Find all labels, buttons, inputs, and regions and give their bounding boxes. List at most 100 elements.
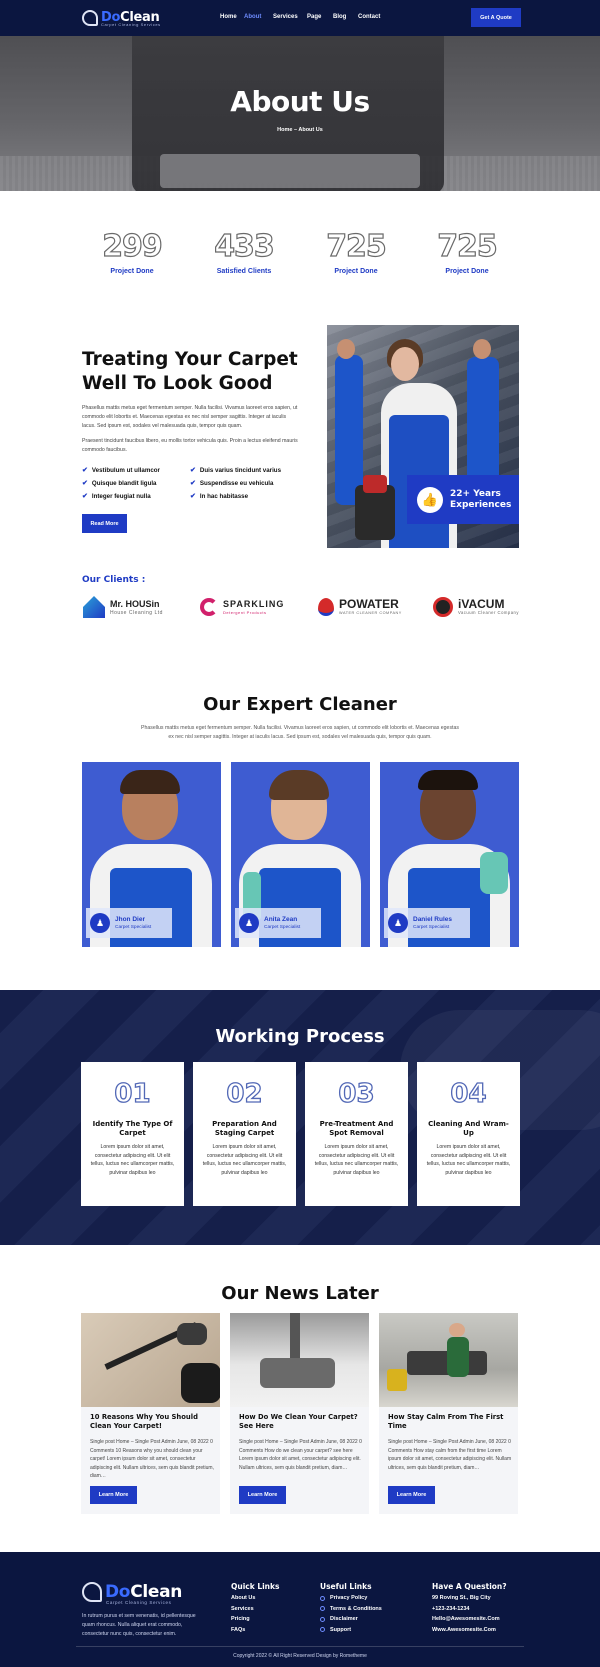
process-step-card: 03 Pre-Treatment And Spot Removal Lorem … [305, 1062, 408, 1206]
site-header: DoClean Carpet Cleaning Services Home Ab… [0, 0, 600, 36]
process-step-card: 02 Preparation And Staging Carpet Lorem … [193, 1062, 296, 1206]
quick-links-list: About Us Services Pricing FAQs [231, 1593, 255, 1635]
news-image[interactable] [230, 1313, 369, 1407]
client-logo-powater[interactable]: POWATER WATER CLEANER COMPANY [318, 594, 402, 620]
team-member-badge: ♟ Jhon Dier Carpet Specialist [86, 908, 172, 938]
process-step-card: 01 Identify The Type Of Carpet Lorem ips… [81, 1062, 184, 1206]
stat-number-4: 725 [437, 229, 499, 264]
thumbs-up-icon: 👍 [417, 486, 443, 513]
news-card[interactable]: How Stay Calm From The First Time Single… [379, 1313, 518, 1514]
team-card-anita[interactable]: ♟ Anita Zean Carpet Specialist [231, 762, 370, 947]
person-icon: ♟ [239, 913, 259, 933]
contact-phone[interactable]: +123-234-1234 [432, 1604, 500, 1615]
team-member-role: Carpet Specialist [264, 924, 301, 930]
process-step-description: Lorem ipsum dolor sit amet, consectetur … [90, 1144, 175, 1176]
check-icon: ✔ [190, 467, 196, 474]
check-icon: ✔ [82, 467, 88, 474]
team-member-role: Carpet Specialist [413, 924, 450, 930]
learn-more-button[interactable]: Learn More [239, 1486, 286, 1504]
check-icon: ✔ [190, 480, 196, 487]
brand-tagline: Carpet Cleaning Services [106, 1600, 172, 1605]
brand-logo[interactable]: DoClean Carpet Cleaning Services [82, 8, 160, 28]
footer-link[interactable]: FAQs [231, 1625, 255, 1636]
copyright: Copyright 2022 © All Right Reserved Desi… [233, 1653, 367, 1659]
footer-link[interactable]: Support [320, 1625, 382, 1636]
experience-text: 22+ Years Experiences [450, 488, 512, 510]
stat-label-1: Project Done [110, 268, 154, 275]
nav-services[interactable]: Services [273, 14, 298, 20]
news-image[interactable] [81, 1313, 220, 1407]
nav-home[interactable]: Home [220, 14, 237, 20]
person-icon: ♟ [90, 913, 110, 933]
client-logo-mrhousin[interactable]: Mr. HOUSin House Cleaning Ltd [83, 594, 163, 620]
nav-contact[interactable]: Contact [358, 14, 380, 20]
team-card-jhon[interactable]: ♟ Jhon Dier Carpet Specialist [82, 762, 221, 947]
useful-links-heading: Useful Links [320, 1582, 372, 1591]
check-item: ✔ In hac habitasse [190, 492, 249, 501]
nav-blog[interactable]: Blog [333, 14, 346, 20]
footer-divider [76, 1646, 524, 1647]
water-drop-logo-icon [318, 598, 334, 616]
news-card[interactable]: 10 Reasons Why You Should Clean Your Car… [81, 1313, 220, 1514]
footer-link[interactable]: Services [231, 1604, 255, 1615]
contact-website[interactable]: Www.Awesomesite.Com [432, 1625, 500, 1636]
get-a-quote-button[interactable]: Get A Quote [471, 8, 521, 27]
stat-number-1: 299 [102, 229, 164, 264]
process-step-number: 03 [338, 1079, 375, 1109]
brand-name: DoClean [105, 1582, 183, 1602]
process-step-number: 04 [450, 1079, 487, 1109]
nav-page[interactable]: Page [307, 14, 321, 20]
learn-more-button[interactable]: Learn More [388, 1486, 435, 1504]
contact-email[interactable]: Hello@Awesomesite.Com [432, 1614, 500, 1625]
sparkle-logo-icon [200, 598, 218, 616]
contact-address: 99 Roving St., Big City [432, 1595, 491, 1601]
footer-link[interactable]: Pricing [231, 1614, 255, 1625]
bullet-icon [320, 1616, 325, 1622]
read-more-button[interactable]: Read More [82, 514, 127, 533]
breadcrumb[interactable]: Home – About Us [0, 127, 600, 133]
site-footer [0, 1552, 600, 1667]
check-item: ✔ Integer feugiat nulla [82, 492, 151, 501]
learn-more-button[interactable]: Learn More [90, 1486, 137, 1504]
experience-badge: 👍 22+ Years Experiences [407, 475, 519, 524]
vacuum-logo-icon [433, 597, 453, 617]
page-title: About Us [230, 85, 370, 118]
bullet-icon [320, 1606, 325, 1612]
stat-number-2: 433 [214, 229, 276, 264]
team-card-daniel[interactable]: ♟ Daniel Rules Carpet Specialist [380, 762, 519, 947]
quick-links-heading: Quick Links [231, 1582, 280, 1591]
process-step-description: Lorem ipsum dolor sit amet, consectetur … [314, 1144, 399, 1176]
team-member-name: Jhon Dier [115, 915, 145, 923]
bullet-icon [320, 1595, 325, 1601]
news-title[interactable]: How Do We Clean Your Carpet? See Here [239, 1413, 363, 1430]
news-excerpt: Single post Home – Single Post Admin Jun… [90, 1439, 214, 1479]
news-card[interactable]: How Do We Clean Your Carpet? See Here Si… [230, 1313, 369, 1514]
news-image[interactable] [379, 1313, 518, 1407]
footer-brand-logo[interactable]: DoClean Carpet Cleaning Services [82, 1582, 183, 1605]
check-item: ✔ Duis varius tincidunt varius [190, 466, 282, 475]
news-title[interactable]: How Stay Calm From The First Time [388, 1413, 512, 1430]
check-item: ✔ Vestibulum ut ullamcor [82, 466, 160, 475]
check-item: ✔ Quisque blandit ligula [82, 479, 157, 488]
about-heading: Treating Your Carpet Well To Look Good [82, 349, 298, 394]
footer-link[interactable]: Privacy Policy [320, 1593, 382, 1604]
about-paragraph-1: Phasellus mattis metus eget fermentum se… [82, 405, 298, 429]
client-logo-sparkling[interactable]: SPARKLING Detergent Products [200, 594, 284, 620]
team-member-role: Carpet Specialist [115, 924, 152, 930]
team-intro: Phasellus mattis metus eget fermentum se… [141, 725, 459, 740]
process-step-title: Pre-Treatment And Spot Removal [319, 1120, 394, 1137]
nav-about[interactable]: About [244, 14, 261, 20]
contact-list: 99 Roving St., Big City +123-234-1234 He… [432, 1593, 500, 1635]
news-title[interactable]: 10 Reasons Why You Should Clean Your Car… [90, 1413, 214, 1430]
bullet-icon [320, 1627, 325, 1633]
process-step-title: Identify The Type Of Carpet [92, 1120, 173, 1137]
stat-label-4: Project Done [445, 268, 489, 275]
team-member-name: Daniel Rules [413, 915, 453, 923]
footer-link[interactable]: Disclaimer [320, 1614, 382, 1625]
footer-link[interactable]: About Us [231, 1593, 255, 1604]
footer-about-text: In rutrum purus et sem venenatis, id pel… [82, 1613, 196, 1637]
process-step-title: Preparation And Staging Carpet [212, 1120, 277, 1137]
client-logo-ivacum[interactable]: iVACUM Vacuum Cleaner Company [433, 594, 519, 620]
footer-link[interactable]: Terms & Conditions [320, 1604, 382, 1615]
clients-heading: Our Clients : [82, 575, 146, 585]
